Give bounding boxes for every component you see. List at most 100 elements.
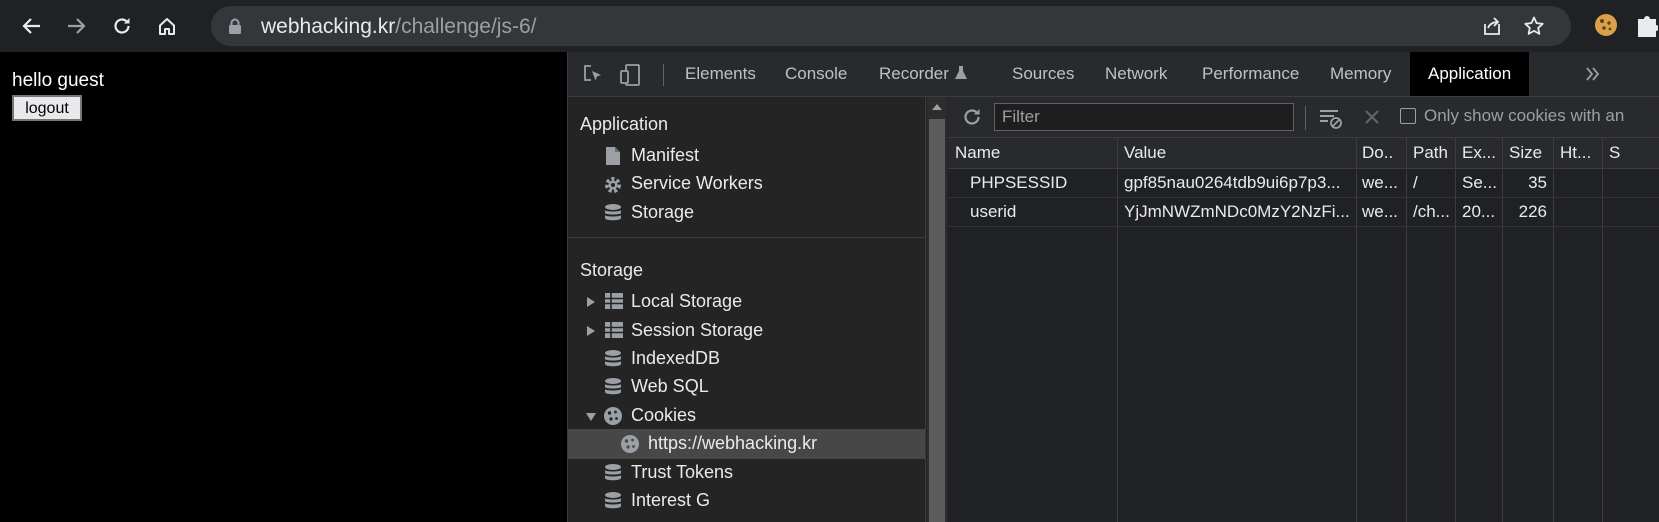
file-icon (606, 147, 620, 165)
sidebar-item-label: Storage (631, 202, 695, 222)
column-divider[interactable] (1406, 138, 1407, 522)
database-icon (605, 378, 621, 395)
more-tabs-chevron-icon[interactable] (1585, 65, 1601, 83)
cookie-size-cell: 226 (1518, 202, 1547, 221)
browser-toolbar: webhacking.kr/challenge/js-6/ (0, 0, 1659, 52)
grid-icon (605, 322, 623, 338)
cookie-expires-cell: 20... (1462, 202, 1496, 221)
sidebar-item-label: https://webhacking.kr (648, 433, 818, 453)
sidebar-item-label: Cookies (631, 405, 697, 425)
inspect-element-icon[interactable] (582, 63, 604, 85)
forward-button[interactable] (59, 9, 93, 43)
expand-arrow-icon[interactable] (587, 297, 595, 307)
tab-bar-separator (663, 64, 664, 86)
home-button[interactable] (150, 9, 184, 43)
grid-icon (605, 293, 623, 309)
tab-performance[interactable]: Performance (1202, 52, 1299, 96)
sidebar-scrollbar[interactable] (927, 97, 947, 522)
devtools-panel: Elements Console Recorder Sources Networ… (567, 52, 1659, 522)
refresh-icon[interactable] (961, 106, 983, 128)
greeting-text: hello guest (12, 70, 104, 91)
database-icon (605, 492, 621, 509)
sidebar-item-interest-groups[interactable]: Interest G (568, 486, 925, 516)
tab-console[interactable]: Console (785, 52, 847, 96)
logout-button[interactable]: logout (12, 95, 82, 121)
cookie-name-cell: PHPSESSID (970, 173, 1068, 192)
clear-filtered-cookies-icon[interactable] (1318, 107, 1344, 129)
lock-icon[interactable] (228, 18, 242, 35)
column-header-value[interactable]: Value (1124, 143, 1166, 163)
scroll-up-arrow-icon[interactable] (932, 104, 942, 110)
sidebar-item-cookies-origin[interactable]: https://webhacking.kr (568, 429, 925, 459)
expand-arrow-icon[interactable] (587, 326, 595, 336)
column-header-secure[interactable]: S (1609, 143, 1620, 163)
tab-recorder[interactable]: Recorder (879, 52, 949, 96)
reload-button[interactable] (105, 9, 139, 43)
gear-icon (605, 177, 621, 193)
tab-sources[interactable]: Sources (1012, 52, 1074, 96)
column-header-expires[interactable]: Ex... (1462, 143, 1496, 163)
tab-network[interactable]: Network (1105, 52, 1167, 96)
cookie-domain-cell: we... (1362, 202, 1398, 221)
column-header-domain[interactable]: Do.. (1362, 143, 1393, 163)
column-header-name[interactable]: Name (955, 143, 1000, 163)
column-header-httponly[interactable]: Ht... (1560, 143, 1591, 163)
extensions-puzzle-icon[interactable] (1636, 13, 1658, 37)
sidebar-item-service-workers[interactable]: Service Workers (568, 169, 925, 199)
flask-icon (955, 66, 967, 79)
only-show-issues-label: Only show cookies with an (1424, 106, 1625, 125)
sidebar-item-cookies[interactable]: Cookies (568, 401, 925, 431)
tab-memory[interactable]: Memory (1330, 52, 1391, 96)
back-button[interactable] (15, 9, 49, 43)
sidebar-item-label: Local Storage (631, 291, 743, 311)
database-icon (605, 464, 621, 481)
cookie-extension-icon[interactable] (1593, 12, 1619, 38)
column-header-path[interactable]: Path (1413, 143, 1448, 163)
tab-elements[interactable]: Elements (685, 52, 756, 96)
sidebar-item-label: Interest G (631, 490, 711, 510)
cookies-panel: Only show cookies with an Name Value Do.… (948, 97, 1659, 522)
column-divider[interactable] (1502, 138, 1503, 522)
reload-icon (114, 18, 130, 34)
tab-application[interactable]: Application (1410, 52, 1530, 96)
cookie-icon (621, 435, 639, 453)
arrow-right-icon (68, 18, 86, 34)
sidebar-item-manifest[interactable]: Manifest (568, 141, 925, 171)
column-header-size[interactable]: Size (1509, 143, 1542, 163)
address-bar[interactable]: webhacking.kr/challenge/js-6/ (211, 6, 1571, 46)
share-icon[interactable] (1481, 15, 1503, 37)
delete-selected-icon[interactable] (1362, 107, 1382, 127)
sidebar-item-label: Manifest (631, 145, 700, 165)
database-icon (605, 204, 621, 221)
column-divider[interactable] (1356, 138, 1357, 522)
sidebar-divider (568, 237, 925, 238)
sidebar-item-local-storage[interactable]: Local Storage (568, 287, 925, 317)
scrollbar-thumb[interactable] (929, 119, 945, 522)
sidebar-item-label: Service Workers (631, 173, 763, 193)
url-text[interactable]: webhacking.kr/challenge/js-6/ (261, 15, 536, 39)
cookies-toolbar: Only show cookies with an (948, 97, 1659, 138)
column-divider[interactable] (1455, 138, 1456, 522)
sidebar-item-label: IndexedDB (631, 348, 721, 368)
cookies-table: Name Value Do.. Path Ex... Size Ht... S … (948, 138, 1659, 522)
cookie-expires-cell: Se... (1462, 173, 1497, 192)
cookie-size-cell: 35 (1528, 173, 1547, 192)
only-show-issues-checkbox[interactable] (1400, 108, 1416, 124)
cookie-path-cell: / (1413, 173, 1418, 192)
bookmark-star-icon[interactable] (1523, 15, 1545, 37)
column-divider[interactable] (1602, 138, 1603, 522)
sidebar-item-storage[interactable]: Storage (568, 198, 925, 228)
devtools-tab-bar: Elements Console Recorder Sources Networ… (568, 52, 1659, 97)
sidebar-item-session-storage[interactable]: Session Storage (568, 316, 925, 346)
sidebar-item-web-sql[interactable]: Web SQL (568, 372, 925, 402)
sidebar-item-trust-tokens[interactable]: Trust Tokens (568, 458, 925, 488)
cookie-value-cell: gpf85nau0264tdb9ui6p7p3... (1124, 173, 1341, 192)
url-path: /challenge/js-6/ (395, 15, 537, 38)
cookie-filter-input[interactable] (994, 103, 1294, 131)
sidebar-item-indexeddb[interactable]: IndexedDB (568, 344, 925, 374)
column-divider[interactable] (1553, 138, 1554, 522)
collapse-arrow-icon[interactable] (586, 413, 596, 421)
device-toolbar-icon[interactable] (620, 63, 642, 87)
column-divider[interactable] (1117, 138, 1118, 522)
home-icon (159, 18, 175, 35)
